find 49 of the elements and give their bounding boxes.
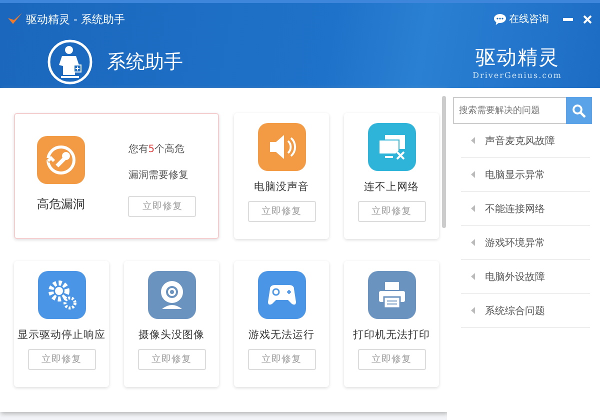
card-title: 电脑没声音 bbox=[254, 180, 309, 194]
fix-button[interactable]: 立即修复 bbox=[358, 349, 426, 370]
caret-icon bbox=[471, 205, 475, 212]
caret-icon bbox=[471, 171, 475, 178]
sidebar-item[interactable]: 电脑外设故障 bbox=[461, 260, 590, 294]
close-button[interactable] bbox=[583, 14, 592, 24]
sidebar-item-label: 不能连接网络 bbox=[485, 202, 545, 216]
scrollbar[interactable] bbox=[442, 88, 447, 412]
page-title: 系统助手 bbox=[107, 50, 183, 74]
sidebar-item[interactable]: 电脑显示异常 bbox=[461, 158, 590, 192]
fix-button[interactable]: 立即修复 bbox=[248, 349, 316, 370]
caret-icon bbox=[471, 137, 475, 144]
card-title: 连不上网络 bbox=[364, 180, 419, 194]
card-title: 游戏无法运行 bbox=[248, 328, 314, 342]
sidebar-item-label: 电脑外设故障 bbox=[485, 270, 545, 284]
sidebar-item[interactable]: 不能连接网络 bbox=[461, 192, 590, 226]
chat-bubble-icon bbox=[494, 14, 506, 24]
sidebar-item-label: 系统综合问题 bbox=[485, 304, 545, 318]
sidebar-item-label: 电脑显示异常 bbox=[485, 168, 545, 182]
sidebar-item-label: 游戏环境异常 bbox=[485, 236, 545, 250]
card-title: 摄像头没图像 bbox=[138, 328, 204, 342]
fix-button[interactable]: 立即修复 bbox=[28, 349, 96, 370]
fix-button[interactable]: 立即修复 bbox=[138, 349, 206, 370]
scroll-thumb[interactable] bbox=[442, 96, 446, 228]
fix-button[interactable]: 立即修复 bbox=[128, 196, 196, 217]
minimize-button[interactable] bbox=[563, 18, 573, 20]
caret-icon bbox=[471, 239, 475, 246]
caret-icon bbox=[471, 307, 475, 314]
summary-text: 漏洞需要修复 bbox=[128, 169, 188, 182]
search-icon bbox=[572, 104, 586, 118]
logo-icon bbox=[8, 13, 22, 25]
caret-icon bbox=[471, 273, 475, 280]
sidebar-item[interactable]: 声音麦克风故障 bbox=[461, 124, 590, 158]
person-icon bbox=[47, 38, 93, 84]
card-title: 高危漏洞 bbox=[36, 196, 85, 213]
search-field[interactable]: 搜索需要解决的问题 bbox=[453, 97, 566, 124]
brand-url: DriverGenius.com bbox=[472, 70, 562, 80]
search-button[interactable] bbox=[566, 97, 592, 124]
window-title: 驱动精灵 - 系统助手 bbox=[26, 12, 125, 26]
sidebar-item[interactable]: 游戏环境异常 bbox=[461, 226, 590, 260]
card-title: 显示驱动停止响应 bbox=[18, 328, 106, 342]
consult-button[interactable]: 在线咨询 bbox=[494, 12, 549, 26]
brand-logo: 驱动精灵 bbox=[475, 44, 560, 70]
fix-button[interactable]: 立即修复 bbox=[358, 201, 426, 222]
fix-button[interactable]: 立即修复 bbox=[248, 201, 316, 222]
sidebar-item[interactable]: 系统综合问题 bbox=[461, 294, 590, 328]
sidebar-item-label: 声音麦克风故障 bbox=[485, 134, 555, 148]
summary-text: 您有5个高危 bbox=[128, 142, 185, 156]
card-title: 打印机无法打印 bbox=[353, 328, 430, 342]
